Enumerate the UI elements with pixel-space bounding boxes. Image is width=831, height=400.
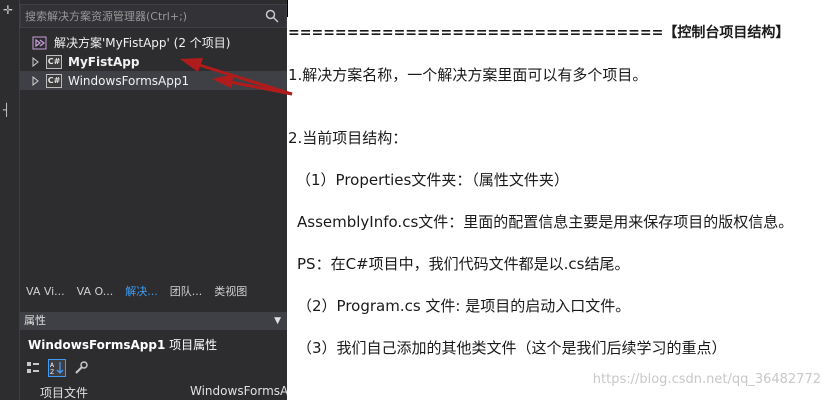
tab-va-outline[interactable]: VA O...	[71, 282, 120, 302]
object-type: 项目属性	[169, 338, 218, 352]
note-line-7: （3）我们自己添加的其他类文件（这个是我们后续学习的重点）	[297, 339, 727, 357]
solution-search-box[interactable]	[20, 4, 287, 28]
left-tool-strip: ✛ ┤	[0, 0, 20, 400]
text-cursor	[287, 0, 288, 17]
search-icon[interactable]	[264, 8, 280, 24]
toolbar-marker-icon: ┤	[3, 103, 11, 117]
wrench-icon[interactable]	[72, 359, 90, 377]
object-name: WindowsFormsApp1	[28, 338, 166, 352]
notes-panel: ================================【控制台项目结构…	[287, 0, 831, 400]
categorized-icon[interactable]	[24, 359, 42, 377]
note-line-5: PS：在C#项目中，我们代码文件都是以.cs结尾。	[297, 255, 630, 273]
notes-header: ================================【控制台项目结构…	[288, 25, 790, 41]
tool-window-tabs: VA Vi... VA O... 解决... 团队... 类视图	[20, 282, 287, 302]
properties-title: 属性	[24, 314, 46, 327]
property-row[interactable]: 项目文件 WindowsFormsApp	[40, 384, 287, 400]
solution-node[interactable]: 解决方案'MyFistApp' (2 个项目)	[20, 33, 287, 52]
properties-toolbar: AZ	[24, 358, 90, 378]
project-label: MyFistApp	[68, 54, 140, 69]
solution-explorer-panel: ✛ ┤ 解决方案'MyFistApp' (2 个项目) C# MyFistApp	[0, 0, 287, 400]
note-line-1: 1.解决方案名称，一个解决方案里面可以有多个项目。	[288, 66, 648, 84]
pin-icon[interactable]: ✛	[3, 4, 13, 16]
property-name: 项目文件	[40, 386, 89, 400]
note-line-6: （2）Program.cs 文件: 是项目的启动入口文件。	[297, 297, 631, 315]
note-line-2: 2.当前项目结构：	[288, 129, 408, 147]
properties-object-selector[interactable]: WindowsFormsApp1 项目属性	[28, 336, 217, 353]
tab-team-explorer[interactable]: 团队...	[164, 282, 209, 302]
svg-text:A: A	[50, 362, 55, 369]
tree-item-myfistapp[interactable]: C# MyFistApp	[20, 52, 287, 71]
tab-va-view[interactable]: VA Vi...	[20, 282, 71, 302]
solution-icon	[32, 36, 47, 49]
solution-label: 解决方案'MyFistApp' (2 个项目)	[54, 36, 231, 50]
alphabetical-sort-icon[interactable]: AZ	[48, 359, 66, 377]
expand-arrow-icon[interactable]	[30, 75, 40, 86]
svg-text:Z: Z	[50, 369, 54, 375]
note-line-3: （1）Properties文件夹：（属性文件夹）	[296, 171, 569, 189]
csharp-project-icon: C#	[46, 73, 62, 88]
csharp-project-icon: C#	[46, 54, 62, 69]
properties-header: 属性 ▼	[20, 312, 287, 330]
tree-item-windowsformsapp1[interactable]: C# WindowsFormsApp1	[20, 71, 287, 90]
property-value: WindowsFormsApp	[190, 384, 287, 398]
note-line-4: AssemblyInfo.cs文件：里面的配置信息主要是用来保存项目的版权信息。	[297, 213, 794, 231]
expand-arrow-icon[interactable]	[30, 56, 40, 67]
tab-solution-explorer[interactable]: 解决...	[119, 282, 164, 302]
tab-class-view[interactable]: 类视图	[208, 282, 253, 302]
watermark: https://blog.csdn.net/qq_36482772	[592, 372, 821, 387]
project-label: WindowsFormsApp1	[68, 73, 190, 88]
dropdown-caret-icon[interactable]: ▼	[274, 312, 281, 330]
solution-search-input[interactable]	[25, 7, 255, 25]
